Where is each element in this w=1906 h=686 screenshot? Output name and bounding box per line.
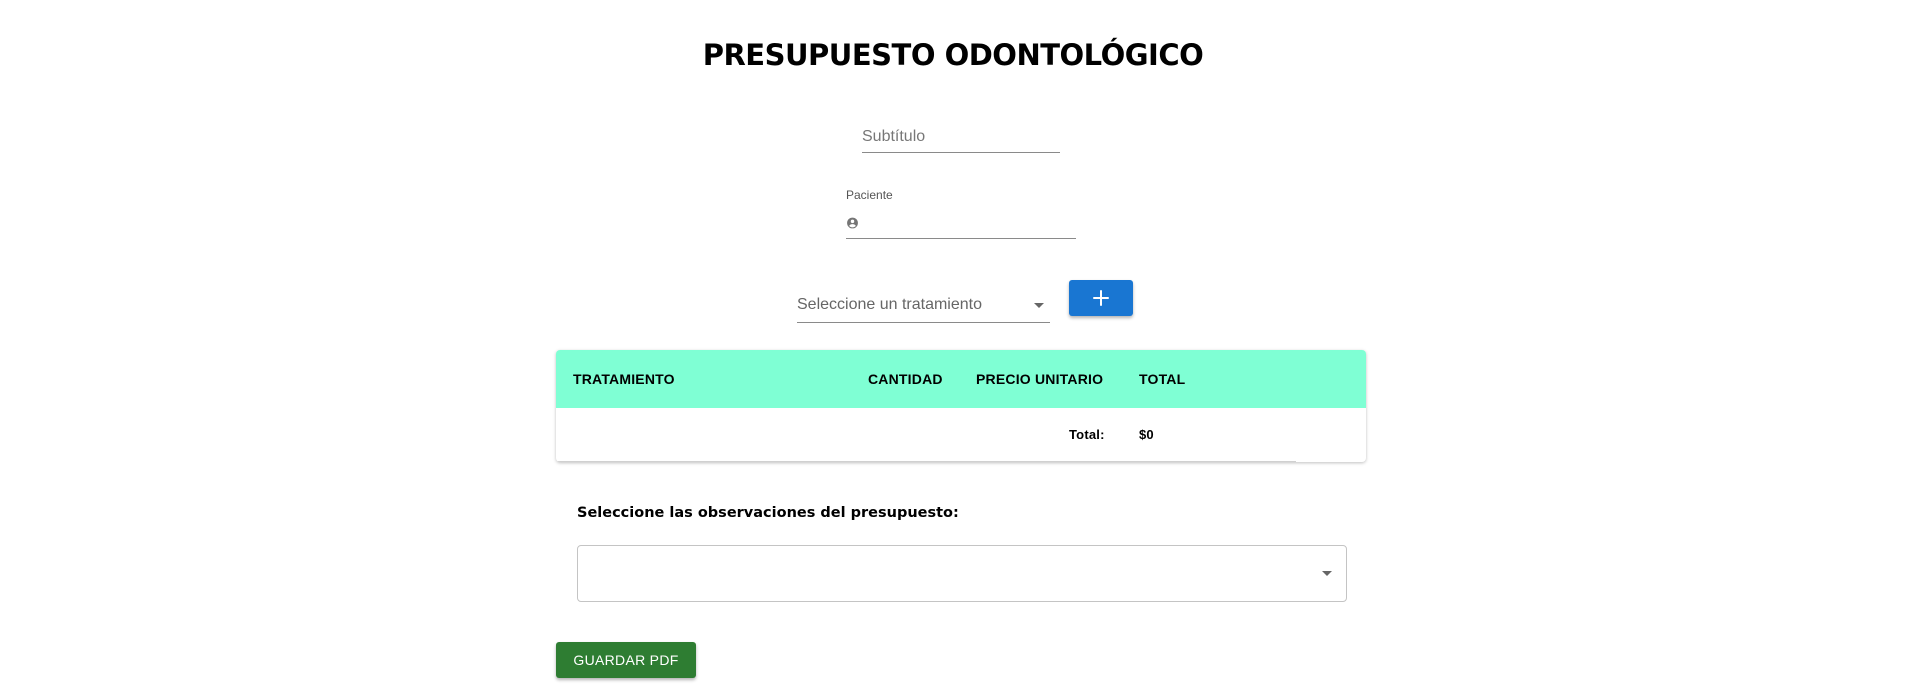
patient-label: Paciente <box>846 188 893 202</box>
chevron-down-icon <box>1322 571 1332 576</box>
patient-input-row[interactable] <box>846 208 1076 239</box>
column-header-quantity: CANTIDAD <box>868 371 943 387</box>
patient-input[interactable] <box>865 213 1076 233</box>
save-pdf-button[interactable]: GUARDAR PDF <box>556 642 696 678</box>
observations-label: Seleccione las observaciones del presupu… <box>577 505 959 521</box>
total-label: Total: <box>1069 427 1105 442</box>
observations-select[interactable] <box>577 545 1347 602</box>
column-header-unit-price: PRECIO UNITARIO <box>976 371 1104 387</box>
subtitle-input[interactable] <box>862 122 1060 153</box>
add-treatment-button[interactable] <box>1069 280 1133 316</box>
column-header-total: TOTAL <box>1139 371 1186 387</box>
chevron-down-icon <box>1034 302 1044 308</box>
treatment-table: TRATAMIENTO CANTIDAD PRECIO UNITARIO TOT… <box>556 350 1366 462</box>
treatment-select[interactable]: Seleccione un tratamiento <box>797 288 1050 323</box>
total-value: $0 <box>1139 427 1154 442</box>
account-circle-icon <box>847 217 858 229</box>
column-header-treatment: TRATAMIENTO <box>573 371 675 387</box>
patient-field: Paciente <box>846 188 1076 239</box>
treatment-select-label: Seleccione un tratamiento <box>797 296 982 313</box>
page-title: PRESUPUESTO ODONTOLÓGICO <box>702 38 1204 72</box>
table-divider <box>556 461 1296 462</box>
plus-icon <box>1093 290 1109 306</box>
table-header-row: TRATAMIENTO CANTIDAD PRECIO UNITARIO TOT… <box>556 350 1366 408</box>
subtitle-field <box>862 122 1060 153</box>
